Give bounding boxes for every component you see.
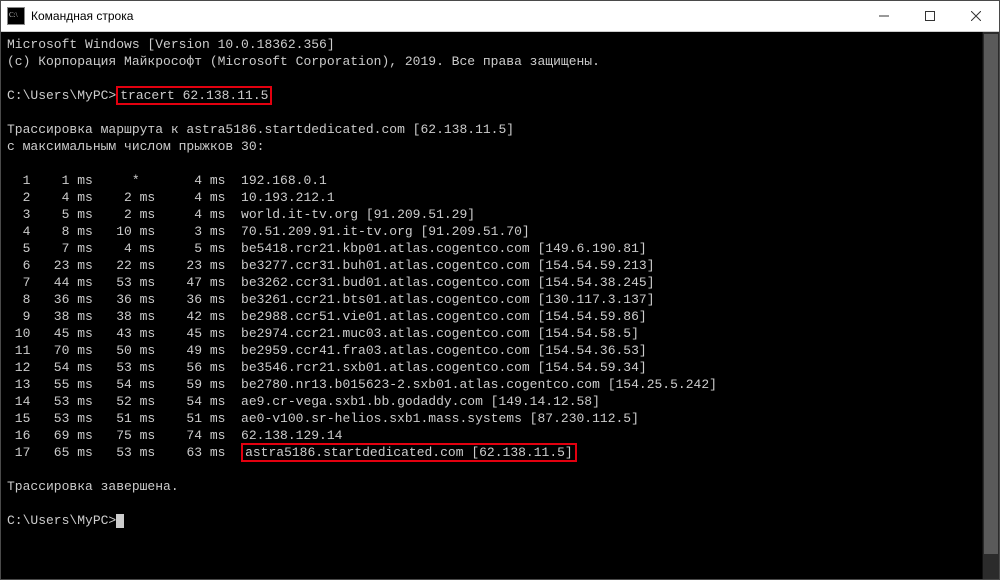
hop-row: 1 1 ms * 4 ms 192.168.0.1 (7, 172, 993, 189)
hop-row: 13 55 ms 54 ms 59 ms be2780.nr13.b015623… (7, 376, 993, 393)
window-controls (861, 1, 999, 31)
cursor (116, 514, 124, 528)
banner-line: Microsoft Windows [Version 10.0.18362.35… (7, 36, 993, 53)
scrollbar-thumb[interactable] (984, 34, 998, 554)
trace-complete-line: Трассировка завершена. (7, 478, 993, 495)
hop-row: 4 8 ms 10 ms 3 ms 70.51.209.91.it-tv.org… (7, 223, 993, 240)
destination-highlight: astra5186.startdedicated.com [62.138.11.… (241, 443, 577, 462)
titlebar[interactable]: Командная строка (1, 1, 999, 32)
hop-row: 15 53 ms 51 ms 51 ms ae0-v100.sr-helios.… (7, 410, 993, 427)
prompt-line: C:\Users\MyPC>tracert 62.138.11.5 (7, 87, 993, 104)
hop-row: 16 69 ms 75 ms 74 ms 62.138.129.14 (7, 427, 993, 444)
hop-row: 12 54 ms 53 ms 56 ms be3546.rcr21.sxb01.… (7, 359, 993, 376)
hops-list: 1 1 ms * 4 ms 192.168.0.1 2 4 ms 2 ms 4 … (7, 172, 993, 444)
minimize-button[interactable] (861, 1, 907, 31)
hop-row: 7 44 ms 53 ms 47 ms be3262.ccr31.bud01.a… (7, 274, 993, 291)
hop-row: 6 23 ms 22 ms 23 ms be3277.ccr31.buh01.a… (7, 257, 993, 274)
hop-row: 2 4 ms 2 ms 4 ms 10.193.212.1 (7, 189, 993, 206)
terminal-body[interactable]: Microsoft Windows [Version 10.0.18362.35… (1, 32, 999, 579)
hop-row: 11 70 ms 50 ms 49 ms be2959.ccr41.fra03.… (7, 342, 993, 359)
hop-row: 5 7 ms 4 ms 5 ms be5418.rcr21.kbp01.atla… (7, 240, 993, 257)
prompt-ready: C:\Users\MyPC> (7, 512, 993, 529)
command-highlight: tracert 62.138.11.5 (116, 86, 272, 105)
trace-maxhops-line: с максимальным числом прыжков 30: (7, 138, 993, 155)
console-window: Командная строка Microsoft Windows [Vers… (0, 0, 1000, 580)
prompt-path: C:\Users\MyPC> (7, 88, 116, 103)
trace-target-line: Трассировка маршрута к astra5186.startde… (7, 121, 993, 138)
window-title: Командная строка (31, 9, 861, 23)
hop-row: 14 53 ms 52 ms 54 ms ae9.cr-vega.sxb1.bb… (7, 393, 993, 410)
hop-row: 3 5 ms 2 ms 4 ms world.it-tv.org [91.209… (7, 206, 993, 223)
hop-row-last: 17 65 ms 53 ms 63 ms astra5186.startdedi… (7, 444, 993, 461)
close-button[interactable] (953, 1, 999, 31)
vertical-scrollbar[interactable] (982, 32, 999, 579)
hop-row: 9 38 ms 38 ms 42 ms be2988.ccr51.vie01.a… (7, 308, 993, 325)
copyright-line: (c) Корпорация Майкрософт (Microsoft Cor… (7, 53, 993, 70)
hop-row: 10 45 ms 43 ms 45 ms be2974.ccr21.muc03.… (7, 325, 993, 342)
maximize-button[interactable] (907, 1, 953, 31)
cmd-icon (7, 7, 25, 25)
hop-row: 8 36 ms 36 ms 36 ms be3261.ccr21.bts01.a… (7, 291, 993, 308)
